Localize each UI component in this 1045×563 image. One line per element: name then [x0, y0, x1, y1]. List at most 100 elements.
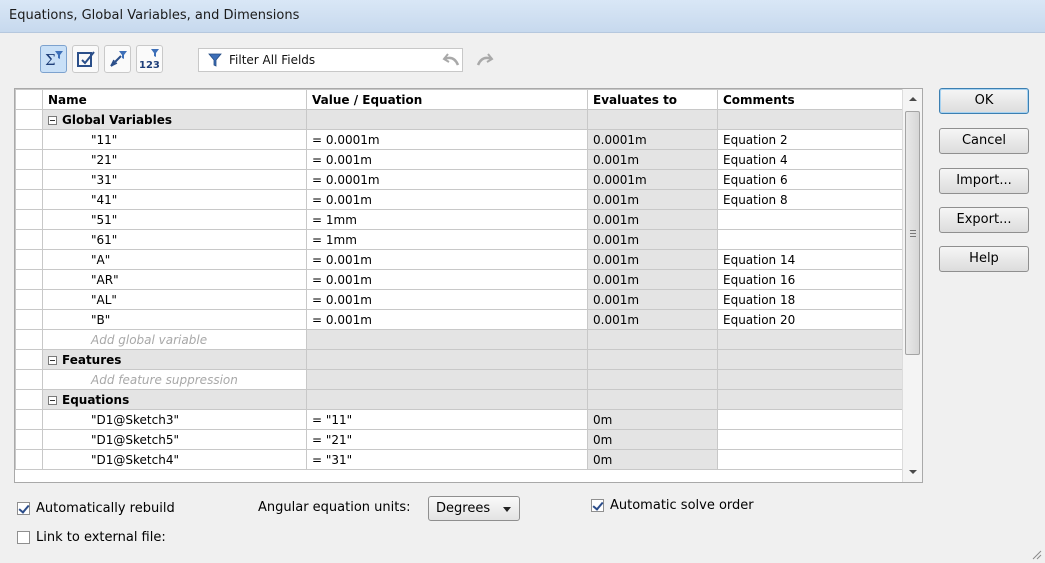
add-global-variable-row[interactable]: Add global variable [15, 329, 904, 350]
table-row[interactable]: "41" = 0.001m 0.001m Equation 8 [15, 189, 904, 210]
name-cell[interactable]: "AL" [42, 289, 307, 310]
row-selector[interactable] [15, 449, 43, 470]
value-cell[interactable]: = 0.001m [306, 289, 588, 310]
name-cell[interactable]: "D1@Sketch3" [42, 409, 307, 430]
comment-cell[interactable] [717, 429, 904, 450]
collapse-icon[interactable] [48, 355, 57, 365]
group-row-equations[interactable]: Equations [15, 389, 904, 410]
table-row[interactable]: "D1@Sketch3" = "11" 0m [15, 409, 904, 430]
resize-grip-icon[interactable] [1030, 548, 1042, 560]
vertical-scrollbar[interactable] [902, 89, 922, 482]
value-cell[interactable]: = 0.0001m [306, 169, 588, 190]
value-cell[interactable]: = 0.001m [306, 249, 588, 270]
table-row[interactable]: "51" = 1mm 0.001m [15, 209, 904, 230]
name-cell[interactable]: "31" [42, 169, 307, 190]
value-cell[interactable]: = 1mm [306, 229, 588, 250]
row-selector[interactable] [15, 189, 43, 210]
name-cell[interactable]: "61" [42, 229, 307, 250]
row-selector[interactable] [15, 209, 43, 230]
comment-cell[interactable] [717, 229, 904, 250]
row-selector[interactable] [15, 229, 43, 250]
value-cell[interactable]: = 0.001m [306, 269, 588, 290]
name-cell[interactable]: "B" [42, 309, 307, 330]
value-cell[interactable]: = 0.0001m [306, 129, 588, 150]
value-cell[interactable]: = 0.001m [306, 149, 588, 170]
angular-units-dropdown[interactable]: Degrees [428, 496, 520, 521]
value-cell[interactable]: = "11" [306, 409, 588, 430]
name-cell[interactable]: "41" [42, 189, 307, 210]
scroll-thumb[interactable] [905, 111, 920, 355]
ordered-view-button[interactable]: 123 [136, 45, 163, 73]
comment-cell[interactable]: Equation 6 [717, 169, 904, 190]
row-selector[interactable] [15, 269, 43, 290]
table-row[interactable]: "B" = 0.001m 0.001m Equation 20 [15, 309, 904, 330]
comment-cell[interactable]: Equation 18 [717, 289, 904, 310]
table-row[interactable]: "D1@Sketch4" = "31" 0m [15, 449, 904, 470]
dimension-view-button[interactable] [104, 45, 131, 73]
collapse-icon[interactable] [48, 395, 57, 405]
add-feature-suppression-cell[interactable]: Add feature suppression [42, 369, 307, 390]
row-selector[interactable] [15, 129, 43, 150]
value-cell[interactable]: = 0.001m [306, 309, 588, 330]
col-header-evaluates[interactable]: Evaluates to [587, 89, 718, 110]
row-selector[interactable] [15, 289, 43, 310]
comment-cell[interactable] [717, 449, 904, 470]
sketch-equation-view-button[interactable] [72, 45, 99, 73]
comment-cell[interactable]: Equation 2 [717, 129, 904, 150]
table-row[interactable]: "AL" = 0.001m 0.001m Equation 18 [15, 289, 904, 310]
filter-field[interactable]: Filter All Fields [198, 48, 463, 72]
group-row-global-variables[interactable]: Global Variables [15, 109, 904, 130]
row-selector[interactable] [15, 249, 43, 270]
row-selector[interactable] [15, 169, 43, 190]
row-selector[interactable] [15, 309, 43, 330]
redo-button[interactable] [470, 47, 498, 73]
value-cell[interactable]: = "31" [306, 449, 588, 470]
add-feature-suppression-row[interactable]: Add feature suppression [15, 369, 904, 390]
help-button[interactable]: Help [939, 246, 1029, 272]
name-cell[interactable]: "D1@Sketch4" [42, 449, 307, 470]
col-header-comments[interactable]: Comments [717, 89, 904, 110]
group-row-features[interactable]: Features [15, 349, 904, 370]
value-cell[interactable]: = "21" [306, 429, 588, 450]
import-button[interactable]: Import... [939, 168, 1029, 194]
comment-cell[interactable]: Equation 8 [717, 189, 904, 210]
auto-rebuild-checkbox[interactable] [17, 502, 30, 515]
link-external-checkbox[interactable] [17, 531, 30, 544]
scroll-down-icon[interactable] [909, 470, 917, 474]
name-cell[interactable]: "21" [42, 149, 307, 170]
comment-cell[interactable] [717, 409, 904, 430]
col-header-name[interactable]: Name [42, 89, 307, 110]
table-row[interactable]: "31" = 0.0001m 0.0001m Equation 6 [15, 169, 904, 190]
table-row[interactable]: "D1@Sketch5" = "21" 0m [15, 429, 904, 450]
collapse-icon[interactable] [48, 115, 57, 125]
comment-cell[interactable]: Equation 20 [717, 309, 904, 330]
name-cell[interactable]: "11" [42, 129, 307, 150]
value-cell[interactable]: = 1mm [306, 209, 588, 230]
comment-cell[interactable]: Equation 4 [717, 149, 904, 170]
row-selector[interactable] [15, 409, 43, 430]
table-row[interactable]: "11" = 0.0001m 0.0001m Equation 2 [15, 129, 904, 150]
auto-solve-checkbox[interactable] [591, 499, 604, 512]
cancel-button[interactable]: Cancel [939, 128, 1029, 154]
name-cell[interactable]: "AR" [42, 269, 307, 290]
scroll-up-icon[interactable] [909, 97, 917, 101]
value-cell[interactable]: = 0.001m [306, 189, 588, 210]
table-row[interactable]: "61" = 1mm 0.001m [15, 229, 904, 250]
comment-cell[interactable] [717, 209, 904, 230]
comment-cell[interactable]: Equation 16 [717, 269, 904, 290]
name-cell[interactable]: "D1@Sketch5" [42, 429, 307, 450]
row-selector-header[interactable] [15, 89, 43, 110]
table-row[interactable]: "21" = 0.001m 0.001m Equation 4 [15, 149, 904, 170]
row-selector[interactable] [15, 149, 43, 170]
ok-button[interactable]: OK [939, 88, 1029, 114]
name-cell[interactable]: "51" [42, 209, 307, 230]
table-row[interactable]: "AR" = 0.001m 0.001m Equation 16 [15, 269, 904, 290]
equation-view-button[interactable]: Σ [40, 45, 67, 73]
comment-cell[interactable]: Equation 14 [717, 249, 904, 270]
add-global-variable-cell[interactable]: Add global variable [42, 329, 307, 350]
export-button[interactable]: Export... [939, 207, 1029, 233]
col-header-value[interactable]: Value / Equation [306, 89, 588, 110]
undo-button[interactable] [438, 47, 466, 73]
table-row[interactable]: "A" = 0.001m 0.001m Equation 14 [15, 249, 904, 270]
row-selector[interactable] [15, 429, 43, 450]
